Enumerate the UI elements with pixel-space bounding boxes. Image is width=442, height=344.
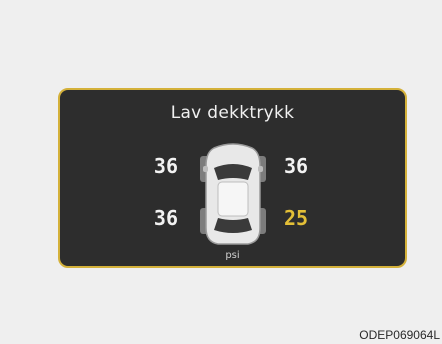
front-right-tire-pressure: 36 [284, 154, 309, 178]
rear-right-tire-pressure-low: 25 [284, 206, 309, 230]
rear-window-icon [214, 218, 252, 233]
car-top-view-icon [200, 143, 266, 245]
figure-code: ODEP069064L [359, 328, 440, 342]
windshield-icon [214, 164, 252, 180]
low-tire-pressure-title: Lav dekktrykk [170, 103, 295, 123]
pressure-unit-label: psi [225, 250, 240, 261]
right-mirror-icon [258, 166, 263, 172]
tire-pressure-display: Lav dekktrykk 36 36 36 25 psi [58, 88, 407, 268]
rear-left-tire-pressure: 36 [153, 206, 178, 230]
roof-icon [217, 181, 249, 217]
front-left-tire-pressure: 36 [153, 154, 178, 178]
left-mirror-icon [203, 166, 208, 172]
